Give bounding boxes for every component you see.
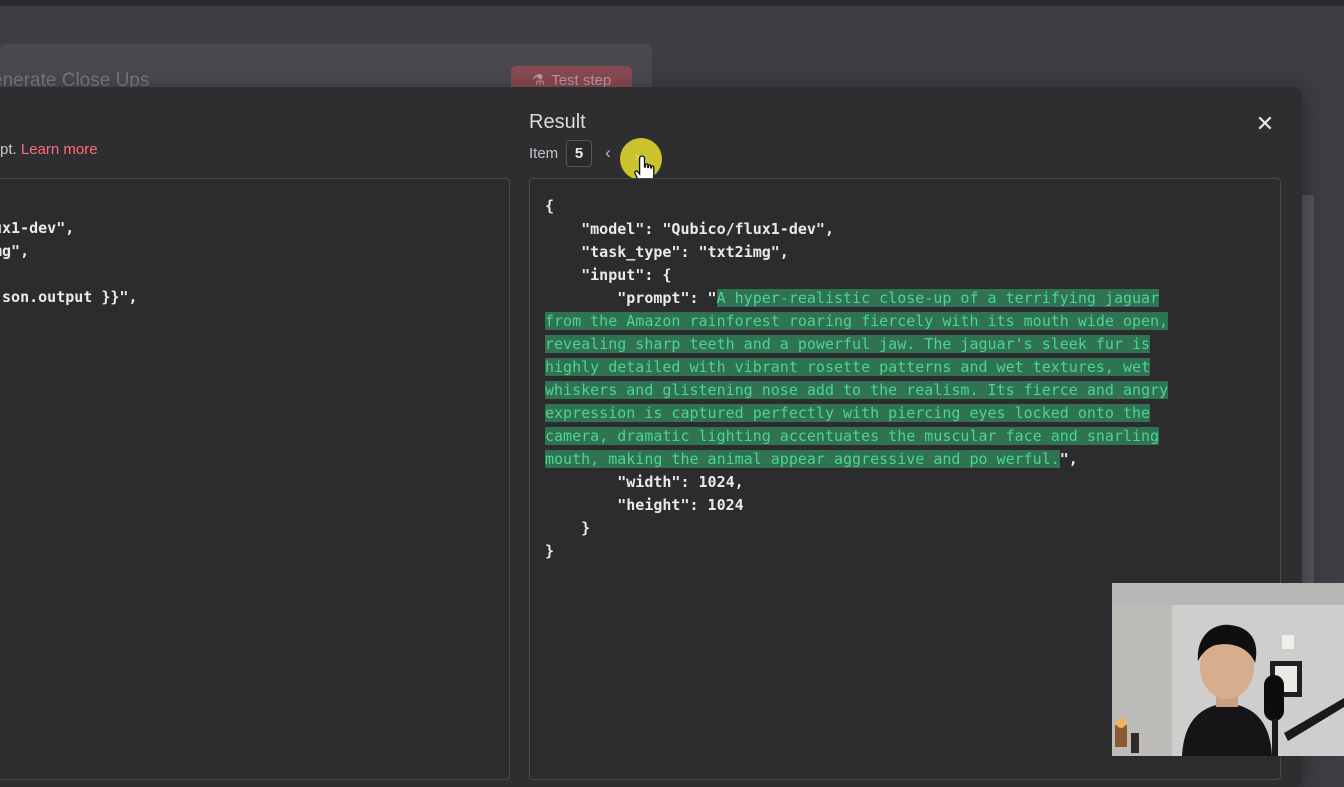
app-top-bar — [0, 0, 1344, 6]
result-json[interactable]: { "model": "Qubico/flux1-dev", "task_typ… — [545, 195, 1169, 563]
webcam-image — [1112, 583, 1344, 756]
close-icon[interactable]: ✕ — [1252, 111, 1278, 137]
previous-item-button[interactable]: ‹ — [600, 143, 616, 163]
code-line: ux1-dev", — [0, 219, 75, 237]
parameters-code[interactable]: ux1-dev", mg", json.output }}", — [0, 217, 138, 309]
result-title: Result — [529, 111, 586, 133]
background-scrollbar — [1300, 195, 1314, 585]
learn-more-link[interactable]: Learn more — [21, 141, 98, 158]
modal-hint: pt. Learn more — [0, 141, 98, 158]
test-step-label: Test step — [551, 71, 612, 89]
item-label: Item — [529, 145, 559, 162]
code-line: mg", — [0, 242, 30, 260]
prompt-selection: A hyper-realistic close-up of a terrifyi… — [545, 289, 1169, 468]
webcam-overlay — [1112, 583, 1344, 756]
hint-text: pt. — [0, 141, 17, 158]
parameters-panel: ux1-dev", mg", json.output }}", — [0, 178, 510, 780]
item-number-input[interactable]: 5 — [566, 140, 592, 167]
code-line: json.output }}", — [0, 288, 138, 306]
